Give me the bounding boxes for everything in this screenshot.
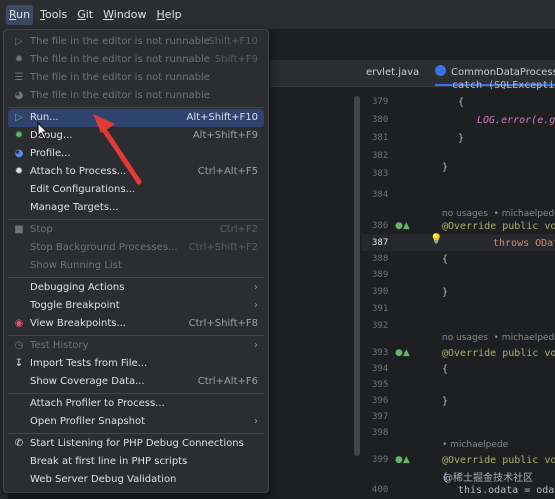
watermark: @稀土掘金技术社区 bbox=[443, 473, 533, 484]
annotation-arrow-head bbox=[93, 114, 115, 133]
mouse-cursor-icon bbox=[37, 122, 49, 140]
annotation-arrow-shaft bbox=[100, 125, 142, 185]
annotation-arrow bbox=[93, 114, 142, 185]
